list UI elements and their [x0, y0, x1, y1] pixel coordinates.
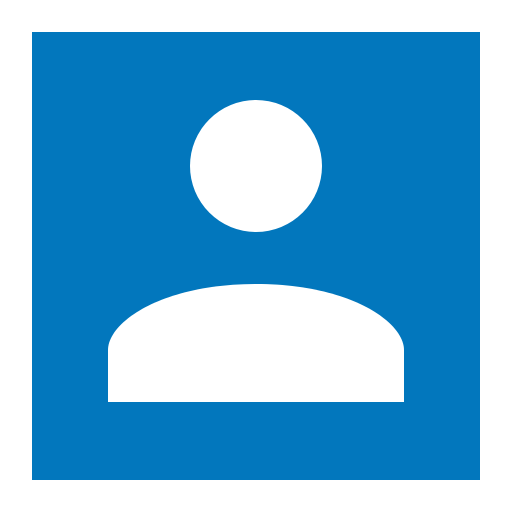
user-body-shape — [108, 284, 404, 402]
user-silhouette-icon — [108, 100, 404, 402]
user-head-shape — [190, 100, 322, 232]
icon-canvas — [0, 0, 512, 512]
avatar — [32, 32, 480, 480]
